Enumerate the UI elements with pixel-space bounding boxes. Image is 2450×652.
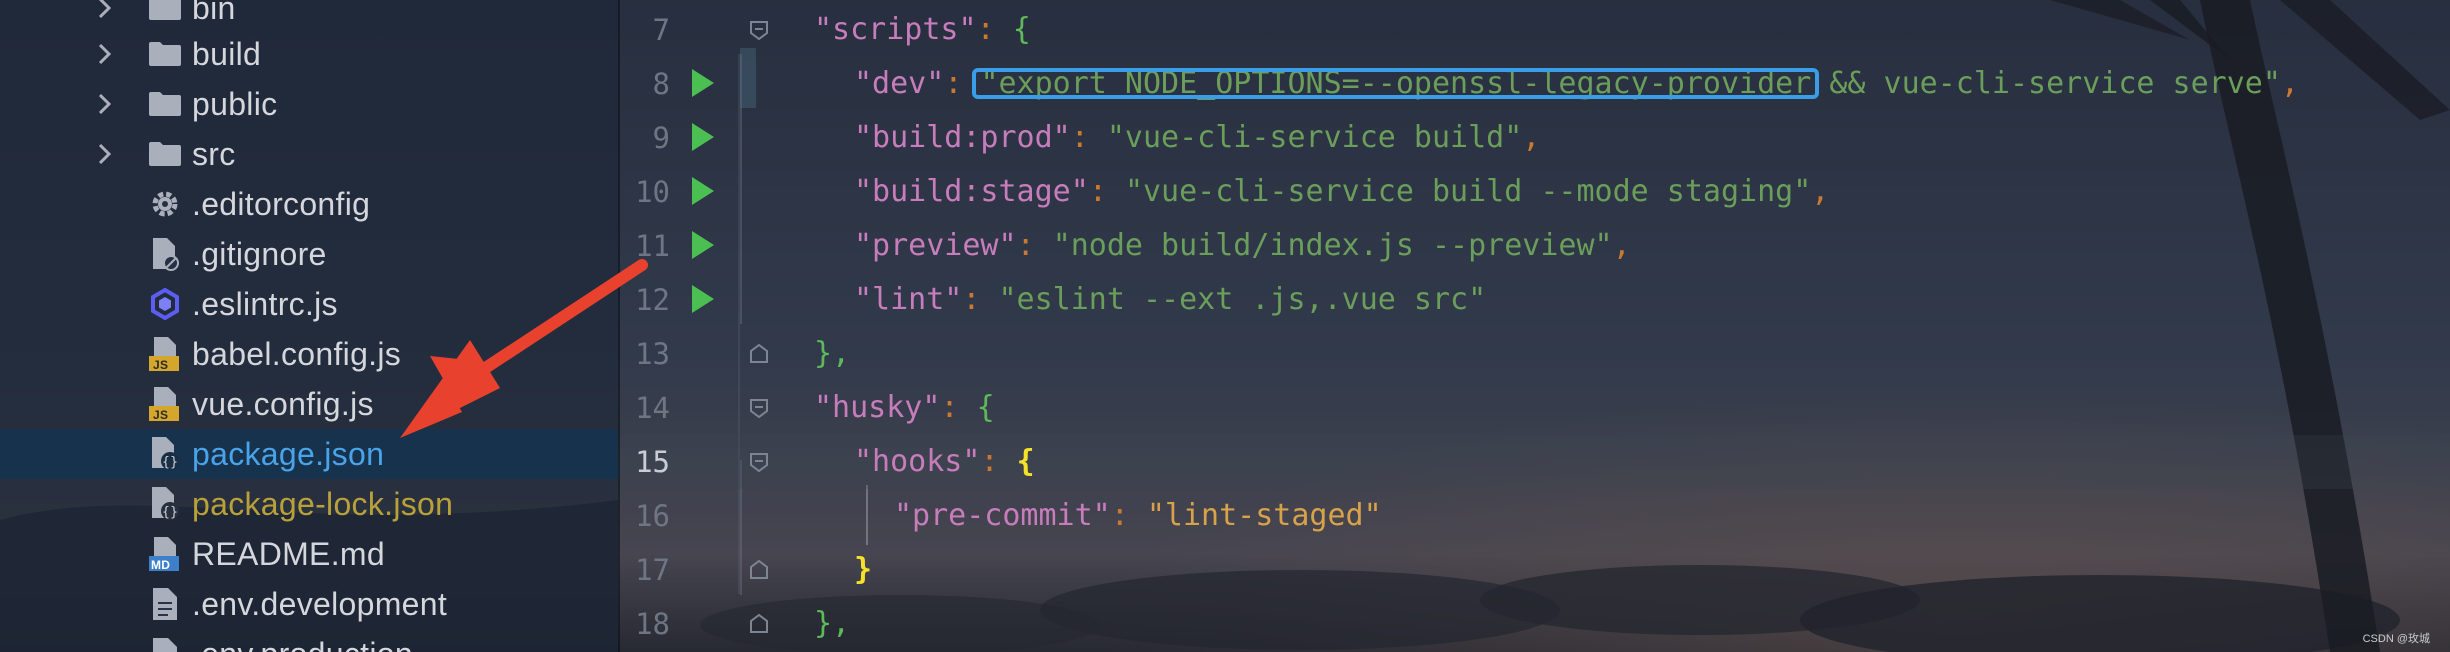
line-number: 7 [652, 13, 670, 47]
code-editor[interactable]: 7 "scripts": { 8 "dev": "export NODE_OPT… [618, 0, 2450, 652]
chevron-right-icon[interactable] [90, 129, 120, 179]
tree-item-src[interactable]: src [0, 129, 618, 179]
code-text: "hooks": { [854, 444, 1035, 479]
tree-item-label: build [192, 35, 262, 72]
tree-item-label: package-lock.json [192, 485, 454, 522]
run-script-icon[interactable] [692, 69, 714, 97]
gitignore-icon [146, 229, 184, 279]
code-line[interactable]: 17 } [618, 543, 2450, 597]
project-tree-panel: bin build public src .editorconfig .giti… [0, 0, 618, 652]
tree-item-vue-config[interactable]: JS vue.config.js [0, 379, 618, 429]
fold-icon[interactable] [748, 397, 770, 419]
json-file-icon: {} [146, 479, 184, 529]
folder-icon [146, 129, 184, 179]
tree-item-label: README.md [192, 535, 385, 572]
code-line[interactable]: 11 "preview": "node build/index.js --pre… [618, 219, 2450, 273]
folder-icon [146, 79, 184, 129]
code-text: "preview": "node build/index.js --previe… [854, 228, 1631, 263]
json-file-icon: {} [146, 429, 184, 479]
run-script-icon[interactable] [692, 231, 714, 259]
code-text: "husky": { [814, 390, 995, 425]
code-line-current[interactable]: 15 "hooks": { [618, 435, 2450, 489]
tree-item-label: .gitignore [192, 235, 327, 272]
svg-text:JS: JS [153, 358, 168, 372]
line-number: 8 [652, 67, 670, 101]
code-line[interactable]: 9 "build:prod": "vue-cli-service build", [618, 111, 2450, 165]
text-file-icon [146, 629, 184, 652]
folder-icon [146, 29, 184, 79]
code-line[interactable]: 14 "husky": { [618, 381, 2450, 435]
fold-icon[interactable] [748, 19, 770, 41]
line-number: 13 [635, 337, 670, 371]
fold-icon[interactable] [748, 451, 770, 473]
line-number: 18 [635, 607, 670, 641]
tree-item-label: vue.config.js [192, 385, 374, 422]
chevron-right-icon[interactable] [90, 29, 120, 79]
line-number: 9 [652, 121, 670, 155]
code-line[interactable]: 7 "scripts": { [618, 3, 2450, 57]
code-line[interactable]: 18 }, [618, 597, 2450, 651]
tree-item-babel-config[interactable]: JS babel.config.js [0, 329, 618, 379]
tree-item-env-development[interactable]: .env.development [0, 579, 618, 629]
code-text: "scripts": { [814, 12, 1031, 47]
run-script-icon[interactable] [692, 177, 714, 205]
tree-item-label: bin [192, 0, 236, 26]
tree-item-label: package.json [192, 435, 385, 472]
tree-item-gitignore[interactable]: .gitignore [0, 229, 618, 279]
svg-text:{}: {} [162, 505, 178, 520]
tree-item-label: public [192, 85, 278, 122]
code-text: }, [814, 606, 851, 641]
code-text: "build:prod": "vue-cli-service build", [854, 120, 1541, 155]
code-line[interactable]: 12 "lint": "eslint --ext .js,.vue src" [618, 273, 2450, 327]
tree-item-readme[interactable]: MD README.md [0, 529, 618, 579]
tree-item-package-lock-json[interactable]: {} package-lock.json [0, 479, 618, 529]
tree-item-build[interactable]: build [0, 29, 618, 79]
svg-text:MD: MD [151, 558, 170, 572]
js-file-icon: JS [146, 379, 184, 429]
code-text: "pre-commit": "lint-staged" [894, 498, 1382, 533]
code-line[interactable]: 13 }, [618, 327, 2450, 381]
line-number: 15 [635, 445, 670, 479]
line-number: 12 [635, 283, 670, 317]
svg-text:{}: {} [162, 455, 178, 470]
code-text: "lint": "eslint --ext .js,.vue src" [854, 282, 1487, 317]
tree-item-editorconfig[interactable]: .editorconfig [0, 179, 618, 229]
gear-icon [146, 179, 184, 229]
line-number: 10 [635, 175, 670, 209]
tree-item-env-production[interactable]: .env.production [0, 629, 618, 652]
fold-end-icon[interactable] [748, 343, 770, 365]
chevron-right-icon[interactable] [90, 79, 120, 129]
code-text: } [854, 552, 873, 587]
fold-end-icon[interactable] [748, 559, 770, 581]
eslint-icon [146, 279, 184, 329]
code-line[interactable]: 10 "build:stage": "vue-cli-service build… [618, 165, 2450, 219]
run-script-icon[interactable] [692, 285, 714, 313]
tree-item-label: .editorconfig [192, 185, 371, 222]
tree-item-package-json[interactable]: {} package.json [0, 429, 618, 479]
tree-item-label: .env.development [192, 585, 448, 622]
run-script-icon[interactable] [692, 123, 714, 151]
tree-item-eslintrc[interactable]: .eslintrc.js [0, 279, 618, 329]
tree-item-label: .env.production [192, 636, 413, 652]
tree-item-public[interactable]: public [0, 79, 618, 129]
watermark: CSDN @玫城 [2362, 633, 2430, 645]
line-number: 17 [635, 553, 670, 587]
code-line[interactable]: 16 "pre-commit": "lint-staged" [618, 489, 2450, 543]
tree-item-label: babel.config.js [192, 335, 402, 372]
tree-item-label: src [192, 135, 236, 172]
highlight-annotation-box [972, 68, 1820, 99]
panel-divider[interactable] [618, 0, 620, 652]
line-number: 16 [635, 499, 670, 533]
line-number: 11 [635, 229, 670, 263]
code-text: "build:stage": "vue-cli-service build --… [854, 174, 1830, 209]
tree-item-label: .eslintrc.js [192, 285, 338, 322]
code-text: }, [814, 336, 851, 371]
text-file-icon [146, 579, 184, 629]
js-file-icon: JS [146, 329, 184, 379]
svg-text:JS: JS [153, 408, 168, 422]
markdown-icon: MD [146, 529, 184, 579]
line-number: 14 [635, 391, 670, 425]
fold-end-icon[interactable] [748, 613, 770, 635]
